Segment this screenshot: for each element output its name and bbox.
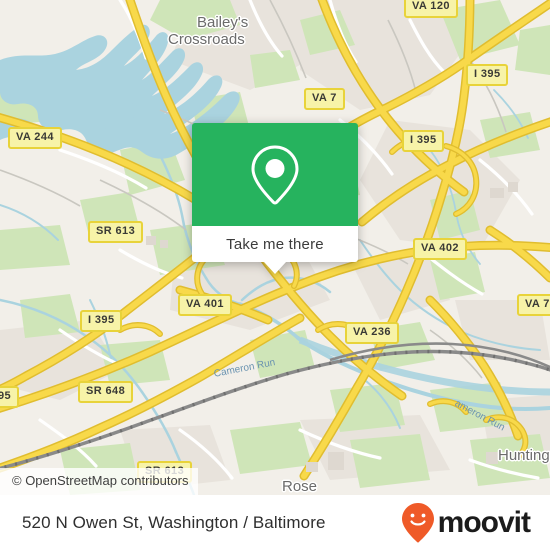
road-shield: I 395	[402, 130, 445, 152]
popup-icon-area	[192, 123, 358, 226]
road-shield: 95	[0, 386, 20, 408]
road-shield: VA 7	[304, 88, 345, 110]
address-label: 520 N Owen St, Washington / Baltimore	[22, 512, 326, 532]
road-shield: VA 402	[413, 238, 467, 260]
footer-bar: 520 N Owen St, Washington / Baltimore mo…	[0, 495, 550, 550]
place-label: Bailey's	[197, 14, 249, 31]
road-shield: VA 401	[178, 294, 232, 316]
place-label: Rose	[282, 478, 318, 495]
road-shield: VA 244	[8, 127, 62, 149]
moovit-logo[interactable]: moovit	[401, 502, 531, 544]
road-shield: I 395	[80, 310, 123, 332]
road-shield: I 395	[466, 64, 509, 86]
map-screenshot: VA 120 VA 7 I 395 I 395 VA 244 SR 613 VA…	[0, 0, 550, 550]
moovit-wordmark: moovit	[437, 505, 531, 539]
place-label: Crossroads	[168, 31, 245, 48]
road-shield: VA 236	[345, 322, 399, 344]
moovit-pin-smile-icon	[401, 502, 434, 542]
popup-tail	[264, 262, 286, 274]
take-me-there-button[interactable]: Take me there	[192, 226, 358, 262]
road-shield: VA 7	[517, 294, 550, 316]
location-pin-icon	[251, 144, 299, 204]
destination-popup[interactable]: Take me there	[192, 123, 358, 274]
place-label: Huntingt	[498, 447, 550, 464]
road-shield: VA 120	[404, 0, 458, 18]
road-shield: SR 648	[78, 381, 134, 403]
osm-attribution[interactable]: © OpenStreetMap contributors	[0, 468, 198, 495]
road-shield: SR 613	[88, 221, 144, 243]
